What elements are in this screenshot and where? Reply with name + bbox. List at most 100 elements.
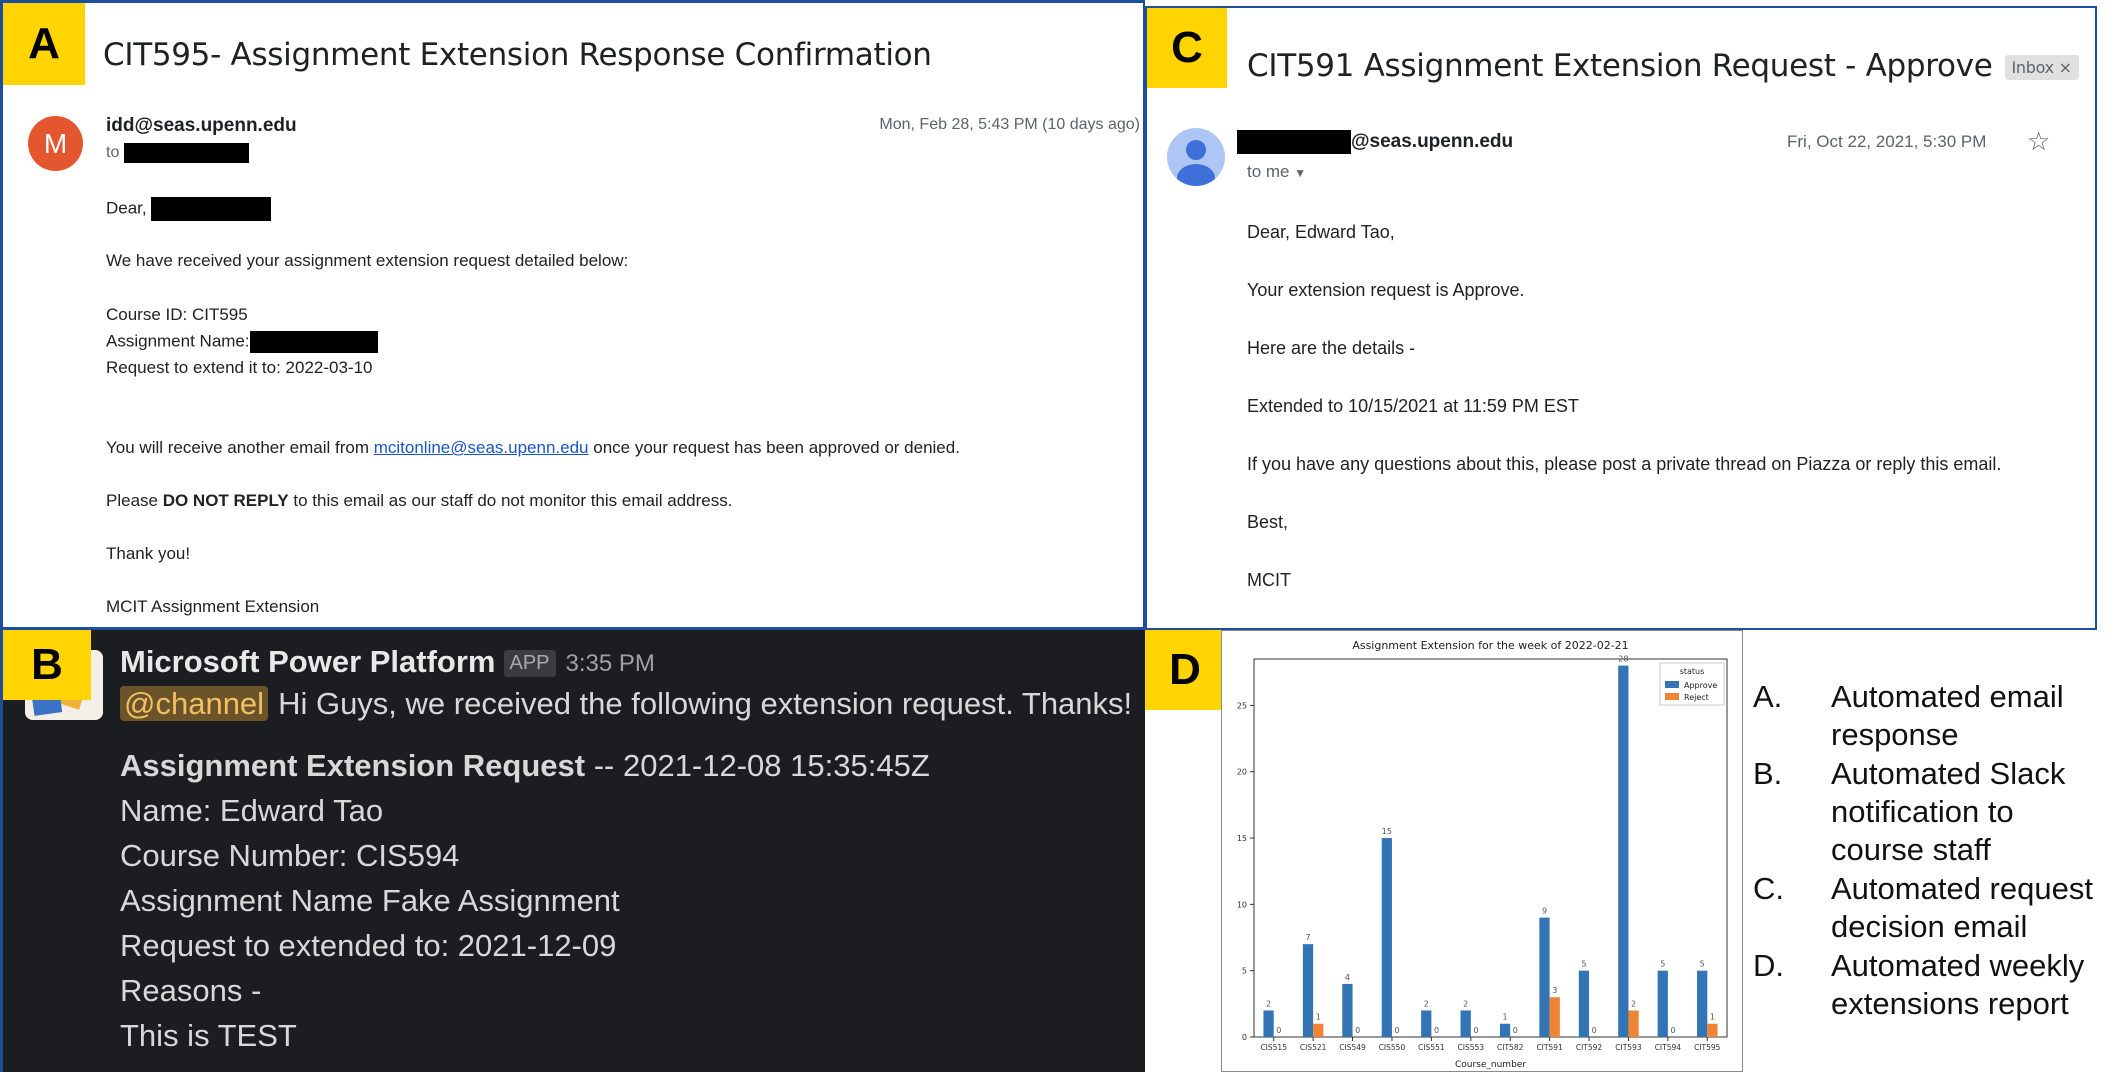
- assignment-line: Assignment Name Fake Assignment: [120, 883, 620, 918]
- y-tick-label: 0: [1242, 1033, 1247, 1042]
- plot-frame: [1253, 658, 1728, 1038]
- to-me-dropdown[interactable]: to me ▼: [1247, 162, 1306, 182]
- data-label: 0: [1670, 1026, 1675, 1035]
- course-id-line: Course ID: CIT595: [106, 305, 248, 324]
- bar-approve: [1263, 1010, 1274, 1037]
- request-timestamp: -- 2021-12-08 15:35:45Z: [585, 748, 930, 783]
- email-date: Fri, Oct 22, 2021, 5:30 PM: [1787, 132, 1987, 151]
- bar-chart: Assignment Extension for the week of 202…: [1237, 639, 1728, 1070]
- data-label: 9: [1542, 907, 1547, 916]
- panel-legend-list: A. Automated email response B. Automated S…: [1753, 678, 2115, 1024]
- redacted-block: [1237, 130, 1351, 154]
- bar-approve: [1578, 970, 1590, 1037]
- data-label: 0: [1395, 1026, 1400, 1035]
- status-line: Your extension request is Approve.: [1247, 280, 1525, 300]
- y-tick-label: 25: [1237, 701, 1247, 710]
- to-label: to: [106, 144, 120, 162]
- do-not-reply-text: DO NOT REPLY: [162, 491, 289, 510]
- channel-mention[interactable]: @channel: [120, 686, 269, 721]
- sender-address[interactable]: idd@seas.upenn.edu: [106, 115, 297, 137]
- please-after: to this email as our staff do not monito…: [288, 491, 733, 510]
- questions-line: If you have any questions about this, pl…: [1247, 454, 2002, 474]
- legend-text: Automated Slack notification to course s…: [1831, 756, 2066, 867]
- slack-notification-panel: B Microsoft Power Platform APP 3:35 PM @ch…: [0, 630, 1145, 1072]
- greeting-text: Dear,: [106, 198, 147, 218]
- bar-reject: [1707, 1023, 1718, 1037]
- please-before: Please: [106, 491, 163, 510]
- request-title-line: Assignment Extension Request -- 2021-12-…: [120, 748, 930, 784]
- person-icon: [1177, 140, 1215, 186]
- bar-reject: [1628, 1010, 1639, 1037]
- details-intro: Here are the details -: [1247, 338, 1416, 358]
- panel-tag-b: B: [3, 630, 91, 700]
- recipient-line[interactable]: to: [106, 143, 249, 163]
- assignment-name-line: Assignment Name:: [106, 331, 378, 353]
- extension-chart: Assignment Extension for the week of 202…: [1221, 630, 1743, 1072]
- bar-approve: [1302, 944, 1314, 1037]
- another-email-after: once your request has been approved or d…: [588, 438, 960, 457]
- data-label: 2: [1266, 999, 1271, 1008]
- app-header: Microsoft Power Platform APP 3:35 PM: [120, 644, 655, 680]
- x-tick-label: CIT595: [1694, 1043, 1721, 1052]
- legend-title: status: [1680, 667, 1705, 676]
- extended-to-line: Extended to 10/15/2021 at 11:59 PM EST: [1247, 396, 1579, 416]
- x-tick-label: CIS553: [1458, 1043, 1485, 1052]
- bar-reject: [1313, 1023, 1324, 1037]
- closing-line: Best,: [1247, 512, 1289, 532]
- legend-text: Automated weekly extensions report: [1831, 948, 2085, 1021]
- legend-entry: Approve: [1684, 681, 1717, 690]
- data-label: 1: [1710, 1013, 1715, 1022]
- data-label: 2: [1463, 999, 1468, 1008]
- bar-approve: [1539, 917, 1550, 1037]
- name-line: Name: Edward Tao: [120, 793, 384, 828]
- data-label: 3: [1552, 986, 1557, 995]
- data-label: 0: [1355, 1026, 1360, 1035]
- data-label: 4: [1345, 973, 1350, 982]
- x-tick-label: CIT593: [1615, 1043, 1642, 1052]
- message-time[interactable]: 3:35 PM: [566, 650, 655, 677]
- bar-approve: [1657, 970, 1668, 1037]
- another-email-line: You will receive another email from mcit…: [106, 438, 960, 458]
- legend-swatch-approve: [1665, 681, 1679, 688]
- data-label: 1: [1503, 1013, 1508, 1022]
- sender-address[interactable]: @seas.upenn.edu: [1237, 130, 1513, 154]
- data-label: 0: [1513, 1026, 1518, 1035]
- avatar[interactable]: [1167, 128, 1225, 186]
- avatar[interactable]: M: [28, 116, 83, 171]
- another-email-before: You will receive another email from: [106, 438, 374, 457]
- y-tick-label: 10: [1237, 900, 1247, 909]
- legend-letter: B.: [1753, 756, 1783, 791]
- bar-approve: [1342, 983, 1353, 1037]
- weekly-report-panel: D Assignment Extension for the week of 2…: [1145, 630, 2115, 1072]
- thanks-line: Thank you!: [106, 544, 191, 563]
- signature: MCIT: [1247, 570, 1291, 590]
- x-axis-label: Course_number: [1455, 1060, 1526, 1070]
- data-label: 28: [1618, 655, 1628, 664]
- x-tick-label: CIS549: [1339, 1043, 1366, 1052]
- legend-entry: Reject: [1684, 693, 1709, 702]
- legend-text: Automated request decision email: [1831, 871, 2093, 944]
- x-tick-label: CIT591: [1536, 1043, 1563, 1052]
- email-subject: CIT595- Assignment Extension Response Co…: [103, 37, 932, 73]
- x-tick-label: CIS550: [1379, 1043, 1406, 1052]
- data-label: 2: [1424, 999, 1429, 1008]
- star-icon[interactable]: ☆: [2027, 126, 2050, 157]
- bar-approve: [1697, 970, 1708, 1037]
- panel-tag-c: C: [1147, 8, 1227, 88]
- panel-tag-d: D: [1145, 630, 1225, 710]
- data-label: 5: [1700, 960, 1705, 969]
- assignment-name-label: Assignment Name:: [106, 331, 250, 351]
- app-name[interactable]: Microsoft Power Platform: [120, 644, 496, 679]
- legend-letter: C.: [1753, 871, 1784, 906]
- data-label: 0: [1276, 1026, 1281, 1035]
- x-tick-label: CIT582: [1497, 1043, 1524, 1052]
- redacted-block: [151, 197, 272, 221]
- y-tick-label: 15: [1237, 834, 1247, 843]
- email-link[interactable]: mcitonline@seas.upenn.edu: [374, 438, 589, 457]
- legend-item-d: D. Automated weekly extensions report: [1753, 947, 2115, 1023]
- x-tick-label: CIT594: [1655, 1043, 1682, 1052]
- email-subject: CIT591 Assignment Extension Request - Ap…: [1247, 48, 1993, 84]
- data-label: 0: [1473, 1026, 1478, 1035]
- sender-domain: @seas.upenn.edu: [1351, 131, 1514, 153]
- inbox-label[interactable]: Inbox ×: [2004, 55, 2079, 80]
